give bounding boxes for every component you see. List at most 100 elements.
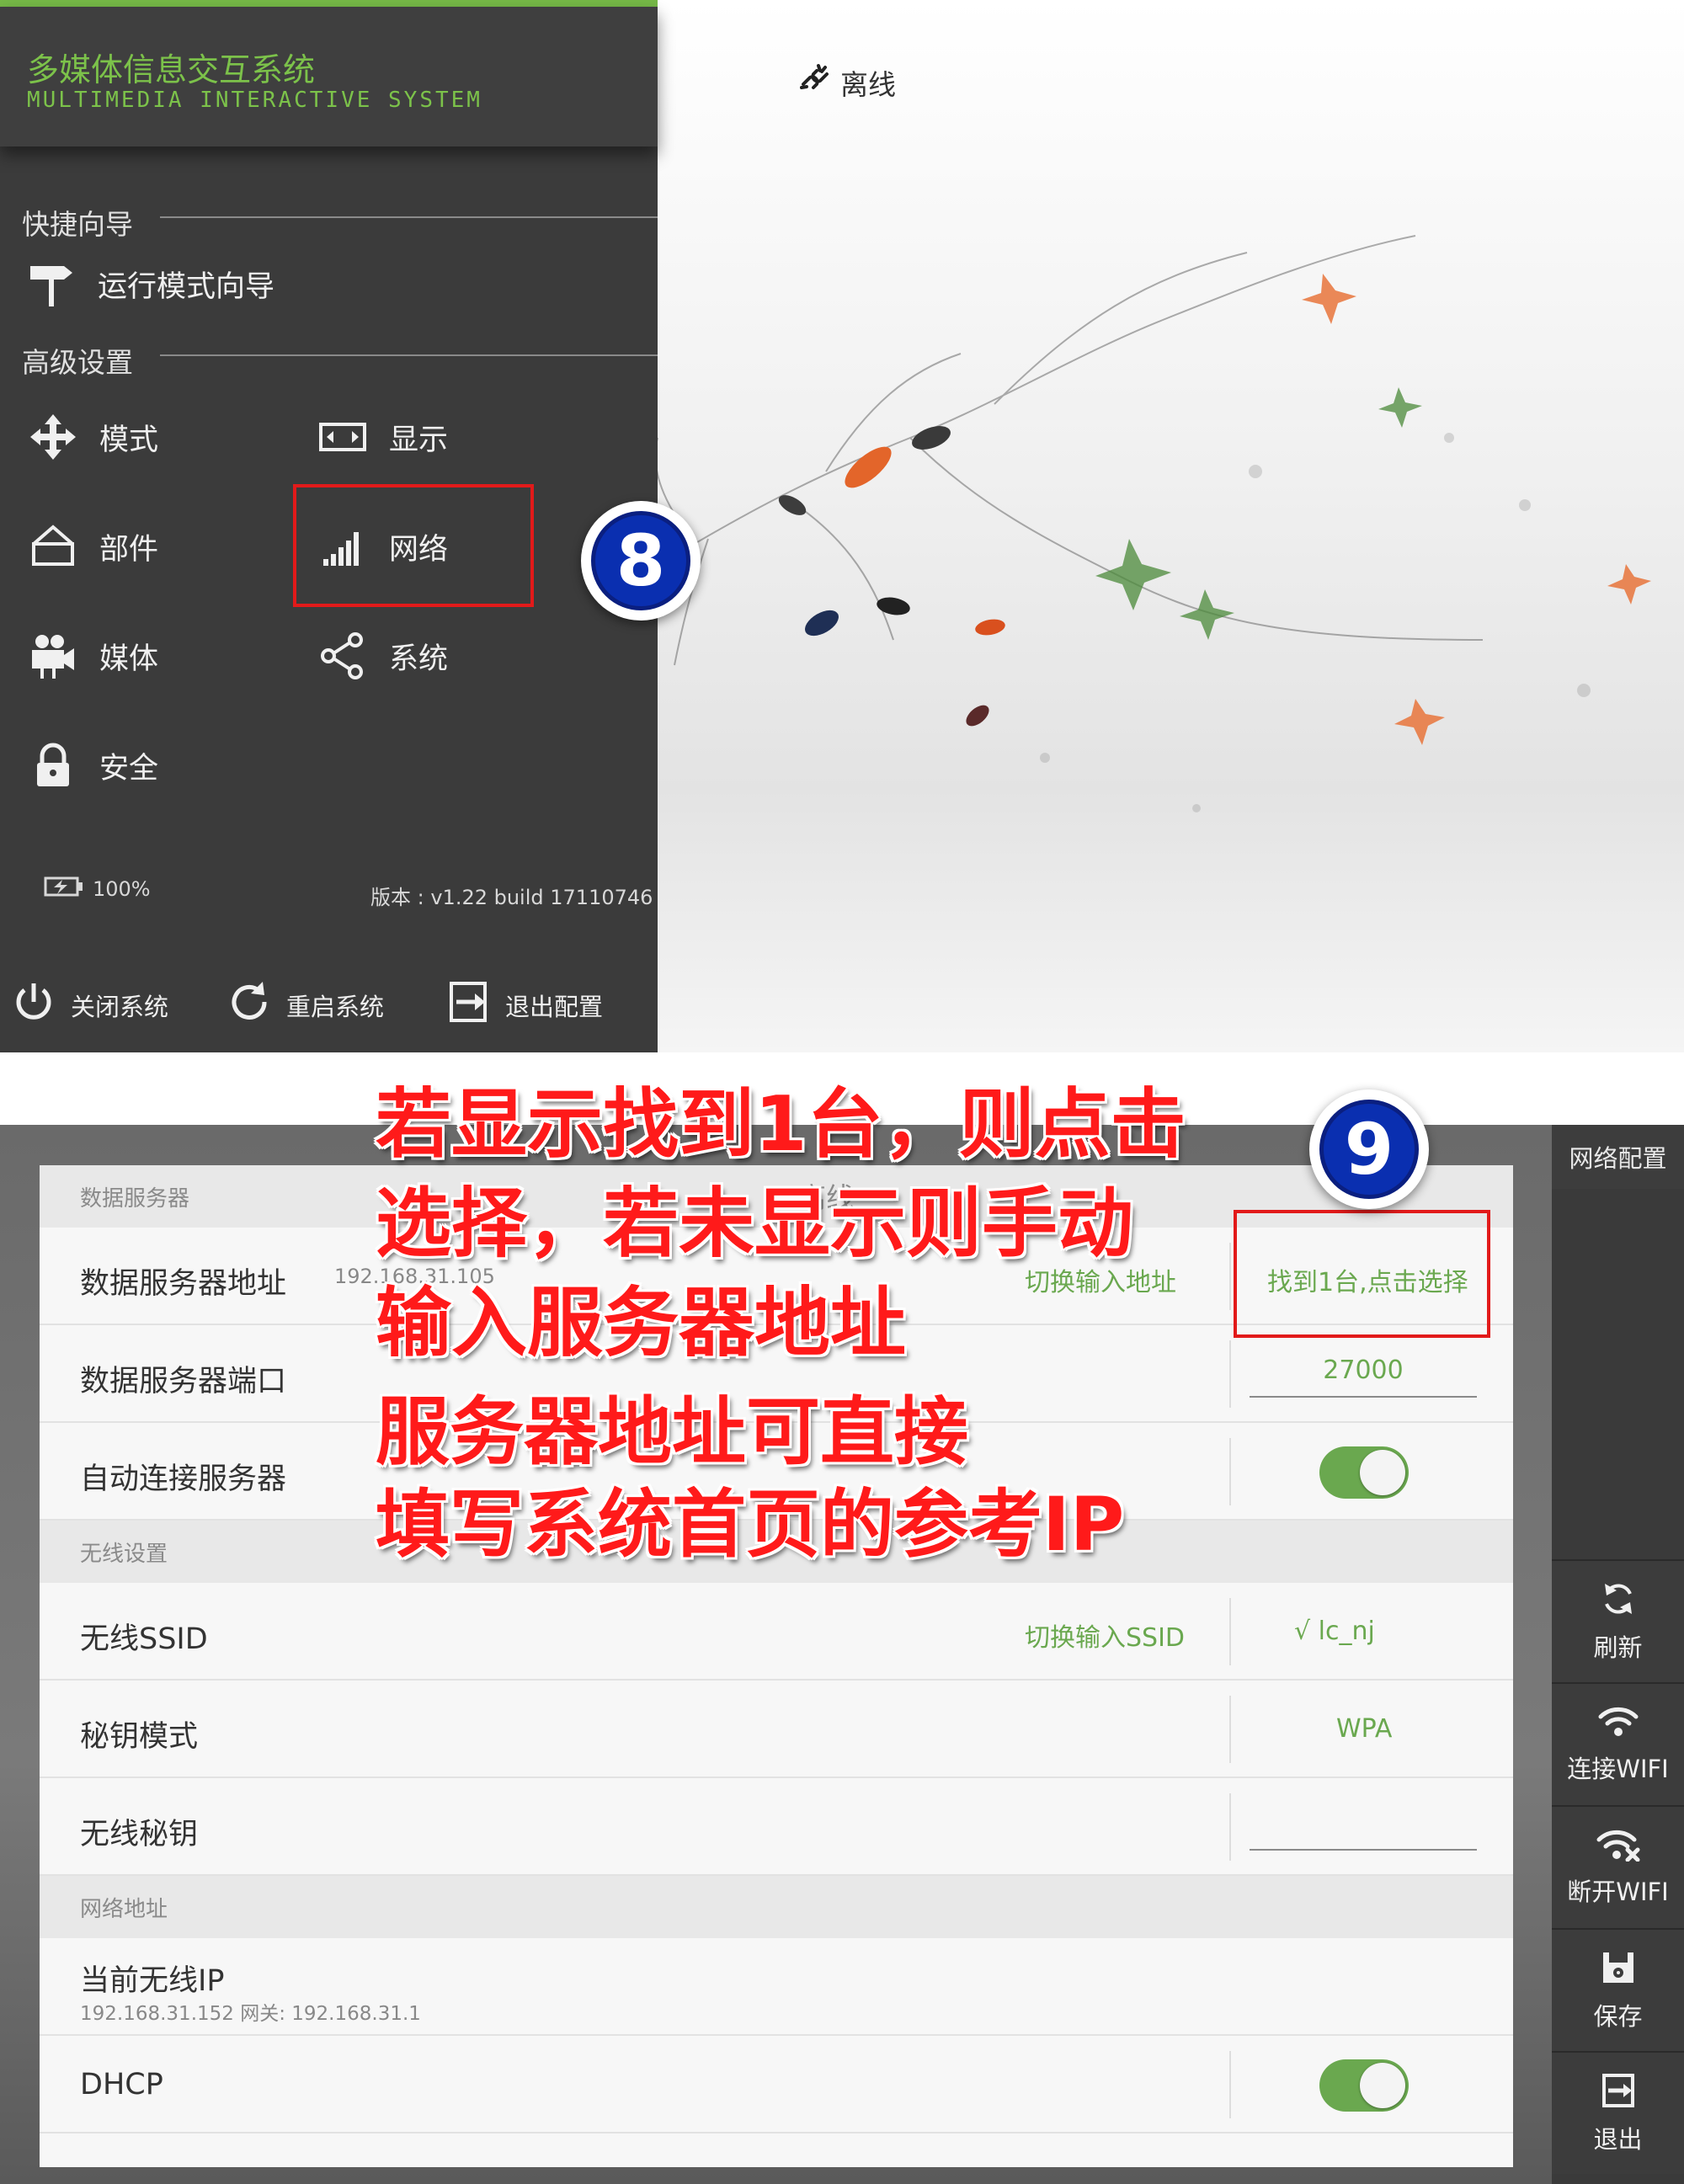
current-ip-detail: 192.168.31.152 网关: 192.168.31.1	[80, 2003, 421, 2025]
instruction-text-line: 若显示找到1台，则点击	[376, 1080, 1186, 1169]
step-badge-9: 9	[1309, 1089, 1429, 1209]
switch-input-ssid-link[interactable]: 切换输入SSID	[1025, 1617, 1185, 1654]
menu-item-display[interactable]: 显示	[318, 413, 448, 461]
highlight-box-network	[293, 484, 534, 607]
move-arrows-icon	[29, 413, 77, 461]
instruction-text-line: 输入服务器地址	[376, 1279, 906, 1367]
wallpaper	[658, 0, 1684, 1052]
battery-level: 100%	[93, 877, 151, 901]
wifi-off-icon	[1596, 1828, 1641, 1867]
shutdown-button[interactable]: 关闭系统	[10, 978, 168, 1031]
right-action-panel: 网络配置 刷新 连接WIFI 断开WIFI 保存 退出	[1552, 1125, 1684, 2184]
divider	[1229, 1696, 1231, 1763]
dhcp-toggle[interactable]	[1319, 2059, 1409, 2112]
menu-item-system[interactable]: 系统	[318, 631, 448, 680]
battery-status: 100%	[44, 876, 151, 903]
menu-item-label: 媒体	[99, 642, 159, 676]
exit-label: 退出	[1593, 2124, 1643, 2154]
wifi-key-label: 无线秘钥	[80, 1818, 199, 1851]
video-camera-icon	[29, 631, 77, 680]
connect-wifi-label: 连接WIFI	[1567, 1754, 1669, 1783]
divider	[160, 354, 658, 356]
server-port-input[interactable]: 27000	[1250, 1356, 1477, 1398]
connection-status: 离线	[798, 57, 896, 108]
exit-door-icon	[1600, 2072, 1637, 2115]
row-current-ip: 当前无线IP 192.168.31.152 网关: 192.168.31.1	[40, 1938, 1513, 2036]
floppy-disk-icon	[1600, 1949, 1637, 1992]
save-label: 保存	[1593, 2001, 1643, 2031]
current-ip-label: 当前无线IP	[80, 1964, 225, 1998]
menu-item-security[interactable]: 安全	[29, 741, 158, 790]
top-screenshot: 离线 多媒体信息交互系统 MULTIMEDIA INTERACTIVE SYST…	[0, 0, 1684, 1052]
key-mode-value[interactable]: WPA	[1336, 1714, 1392, 1744]
restart-button[interactable]: 重启系统	[226, 978, 384, 1031]
refresh-label: 刷新	[1593, 1633, 1643, 1662]
app-subtitle: MULTIMEDIA INTERACTIVE SYSTEM	[27, 88, 482, 113]
highlight-box-found-server	[1234, 1210, 1490, 1338]
group-label: 网络地址	[80, 1896, 168, 1922]
instruction-text-line: 服务器地址可直接	[376, 1388, 969, 1475]
instruction-text-line: 填写系统首页的参考IP	[376, 1481, 1125, 1568]
signpost-icon	[27, 259, 76, 308]
menu-item-parts[interactable]: 部件	[29, 522, 158, 571]
group-header-network-address: 网络地址	[40, 1876, 1513, 1938]
lock-icon	[29, 741, 77, 790]
accent-bar	[0, 0, 658, 7]
status-text: 离线	[840, 68, 896, 101]
save-button[interactable]: 保存	[1552, 1928, 1684, 2051]
refresh-icon	[226, 978, 273, 1031]
broken-link-icon	[798, 62, 832, 103]
auto-connect-label: 自动连接服务器	[80, 1462, 287, 1496]
menu-item-label: 安全	[99, 751, 159, 786]
divider	[1229, 1793, 1231, 1861]
menu-item-run-mode-wizard[interactable]: 运行模式向导	[27, 259, 274, 308]
display-icon	[318, 413, 367, 461]
shutdown-label: 关闭系统	[71, 992, 169, 1021]
disconnect-wifi-button[interactable]: 断开WIFI	[1552, 1805, 1684, 1928]
divider	[1229, 1598, 1231, 1665]
exit-config-label: 退出配置	[505, 992, 604, 1021]
divider	[1229, 1340, 1231, 1408]
ssid-label: 无线SSID	[80, 1622, 208, 1656]
connect-wifi-button[interactable]: 连接WIFI	[1552, 1682, 1684, 1805]
group-label: 数据服务器	[80, 1185, 190, 1212]
toggle-knob	[1360, 1450, 1405, 1495]
panel-title: 网络配置	[1552, 1125, 1684, 1189]
divider	[1229, 1438, 1231, 1505]
server-port-label: 数据服务器端口	[80, 1365, 287, 1398]
refresh-button[interactable]: 刷新	[1552, 1559, 1684, 1682]
row-dhcp: DHCP	[40, 2036, 1513, 2133]
menu-item-label: 显示	[389, 423, 449, 457]
wifi-key-input[interactable]	[1250, 1808, 1477, 1851]
auto-connect-toggle[interactable]	[1319, 1446, 1409, 1499]
parts-box-icon	[29, 522, 77, 571]
menu-item-label: 部件	[99, 532, 159, 567]
step-badge-8: 8	[581, 501, 701, 621]
instruction-text-line: 选择，若未显示则手动	[376, 1180, 1133, 1268]
menu-item-label: 系统	[389, 642, 449, 676]
section-label-quick: 快捷向导	[22, 208, 133, 241]
key-mode-label: 秘钥模式	[80, 1720, 199, 1754]
menu-item-mode[interactable]: 模式	[29, 413, 158, 461]
share-nodes-icon	[318, 631, 367, 680]
toggle-knob	[1360, 2063, 1405, 2108]
step-number: 8	[591, 511, 690, 610]
floral-wallpaper-art	[658, 235, 1651, 812]
divider	[1229, 1243, 1231, 1310]
row-ssid: 无线SSID 切换输入SSID √ lc_nj	[40, 1583, 1513, 1681]
menu-item-media[interactable]: 媒体	[29, 631, 158, 680]
server-address-label: 数据服务器地址	[80, 1267, 287, 1301]
exit-door-icon	[445, 978, 492, 1031]
exit-config-button[interactable]: 退出配置	[445, 978, 603, 1031]
group-label: 无线设置	[80, 1541, 168, 1567]
row-key-mode: 秘钥模式 WPA	[40, 1681, 1513, 1778]
row-wifi-key: 无线秘钥	[40, 1778, 1513, 1876]
exit-button[interactable]: 退出	[1552, 2051, 1684, 2174]
refresh-icon	[1600, 1580, 1637, 1623]
ssid-value[interactable]: √ lc_nj	[1294, 1617, 1375, 1646]
menu-item-label: 运行模式向导	[98, 269, 275, 304]
divider	[160, 216, 658, 218]
disconnect-wifi-label: 断开WIFI	[1567, 1877, 1669, 1906]
divider	[1229, 2051, 1231, 2118]
step-number: 9	[1319, 1100, 1419, 1199]
